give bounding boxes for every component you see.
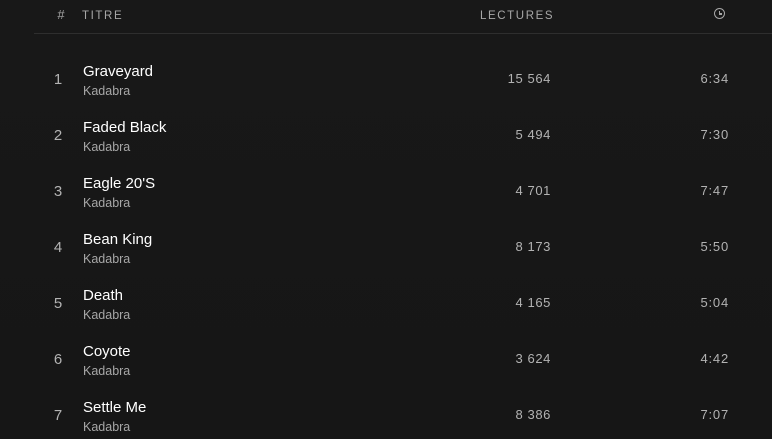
tracklist: # TITRE LECTURES 1 Graveyard Kadabra 15 … [0, 0, 772, 439]
column-header-title[interactable]: TITRE [82, 9, 123, 23]
track-number: 3 [53, 183, 63, 200]
track-title[interactable]: Eagle 20'S [83, 175, 155, 192]
track-plays: 5 494 [515, 127, 551, 142]
track-plays: 8 386 [515, 407, 551, 422]
track-row[interactable]: 2 Faded Black Kadabra 5 494 7:30 [0, 107, 772, 163]
track-plays: 3 624 [515, 351, 551, 366]
track-row[interactable]: 1 Graveyard Kadabra 15 564 6:34 [0, 51, 772, 107]
track-duration: 7:47 [700, 183, 729, 198]
track-row[interactable]: 3 Eagle 20'S Kadabra 4 701 7:47 [0, 163, 772, 219]
track-number: 7 [53, 407, 63, 424]
track-plays: 4 701 [515, 183, 551, 198]
tracklist-header: # TITRE LECTURES [34, 0, 772, 34]
track-title[interactable]: Graveyard [83, 63, 153, 80]
track-number: 2 [53, 127, 63, 144]
track-plays: 4 165 [515, 295, 551, 310]
track-title[interactable]: Faded Black [83, 119, 166, 136]
clock-icon [714, 8, 725, 19]
track-artist[interactable]: Kadabra [83, 140, 130, 154]
track-row[interactable]: 4 Bean King Kadabra 8 173 5:50 [0, 219, 772, 275]
track-number: 1 [53, 71, 63, 88]
track-number: 4 [53, 239, 63, 256]
track-number: 6 [53, 351, 63, 368]
track-artist[interactable]: Kadabra [83, 252, 130, 266]
column-header-number: # [57, 7, 65, 22]
track-row[interactable]: 7 Settle Me Kadabra 8 386 7:07 [0, 387, 772, 439]
track-artist[interactable]: Kadabra [83, 196, 130, 210]
track-plays: 15 564 [507, 71, 551, 86]
track-duration: 7:07 [700, 407, 729, 422]
track-title[interactable]: Coyote [83, 343, 131, 360]
column-header-duration[interactable] [714, 8, 725, 19]
column-header-plays[interactable]: LECTURES [480, 9, 554, 23]
track-number: 5 [53, 295, 63, 312]
track-artist[interactable]: Kadabra [83, 308, 130, 322]
track-duration: 5:50 [700, 239, 729, 254]
track-title[interactable]: Bean King [83, 231, 152, 248]
track-title[interactable]: Settle Me [83, 399, 146, 416]
track-artist[interactable]: Kadabra [83, 364, 130, 378]
track-rows: 1 Graveyard Kadabra 15 564 6:34 2 Faded … [0, 51, 772, 439]
track-duration: 6:34 [700, 71, 729, 86]
track-artist[interactable]: Kadabra [83, 84, 130, 98]
track-title[interactable]: Death [83, 287, 123, 304]
track-plays: 8 173 [515, 239, 551, 254]
track-row[interactable]: 6 Coyote Kadabra 3 624 4:42 [0, 331, 772, 387]
track-duration: 4:42 [700, 351, 729, 366]
track-row[interactable]: 5 Death Kadabra 4 165 5:04 [0, 275, 772, 331]
track-duration: 7:30 [700, 127, 729, 142]
track-artist[interactable]: Kadabra [83, 420, 130, 434]
track-duration: 5:04 [700, 295, 729, 310]
